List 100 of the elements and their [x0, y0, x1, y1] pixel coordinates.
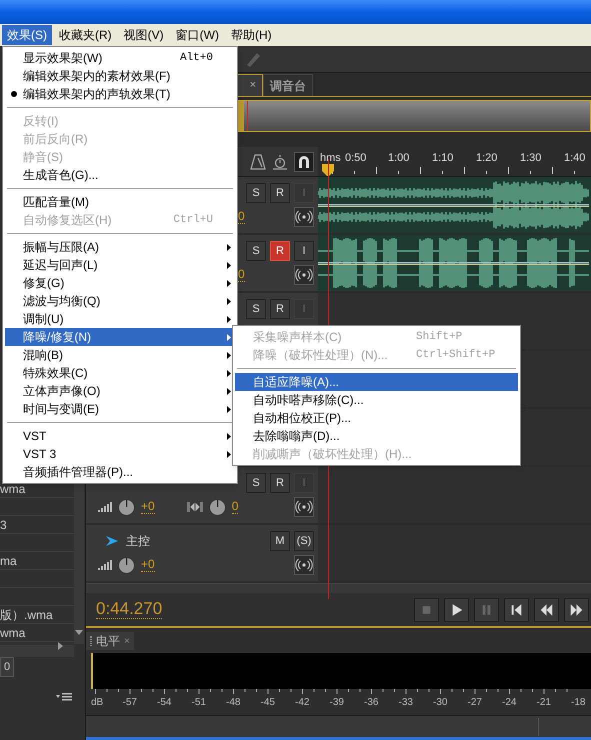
- panel-button[interactable]: 0: [0, 657, 14, 677]
- track-button[interactable]: M: [270, 531, 290, 551]
- scale-label: -57: [122, 696, 137, 710]
- scrollbar[interactable]: [0, 645, 74, 657]
- scale-label: -54: [157, 696, 172, 710]
- broadcast-icon[interactable]: [294, 265, 314, 285]
- menu-item[interactable]: 视图(V): [118, 25, 169, 45]
- volume-icon: [98, 560, 112, 570]
- scale-label: dB: [91, 696, 104, 710]
- track-button[interactable]: S: [246, 299, 266, 319]
- broadcast-icon[interactable]: [294, 497, 314, 517]
- scroll-right-icon[interactable]: [58, 642, 63, 650]
- ruler-unit: hms: [320, 151, 341, 166]
- track-button[interactable]: R: [270, 241, 290, 261]
- submenu-arrow-icon: [227, 298, 231, 304]
- scale-label: -18: [571, 696, 586, 710]
- ruler-time: 1:40: [564, 151, 586, 166]
- menu-item[interactable]: 调制(U): [5, 310, 235, 328]
- menu-item[interactable]: 编辑效果架内的声轨效果(T): [5, 85, 235, 103]
- track-button[interactable]: S: [246, 473, 266, 493]
- menu-item[interactable]: 降噪/修复(N): [5, 328, 235, 346]
- menu-item[interactable]: 修复(G): [5, 274, 235, 292]
- submenu-arrow-icon: [227, 450, 231, 458]
- file-name[interactable]: 版）.wma: [0, 606, 53, 623]
- menu-item[interactable]: 音频插件管理器(P)...: [5, 463, 235, 481]
- menu-item[interactable]: 混响(B): [5, 346, 235, 364]
- menu-item[interactable]: 帮助(H): [226, 25, 277, 45]
- scale-label: -45: [260, 696, 275, 710]
- scale-label: -42: [295, 696, 310, 710]
- scroll-down-icon[interactable]: [75, 630, 83, 635]
- menu-item[interactable]: 振幅与压限(A): [5, 238, 235, 256]
- menu-item[interactable]: 自动相位校正(P)...: [235, 409, 518, 427]
- submenu-arrow-icon: [227, 432, 231, 440]
- level-tab[interactable]: 电平 ×: [86, 632, 134, 650]
- track-name[interactable]: 主控: [126, 532, 150, 550]
- overview-range[interactable]: [236, 100, 591, 132]
- scale-label: -30: [433, 696, 448, 710]
- ruler-time: 1:20: [476, 151, 498, 166]
- master-arrow-icon: [106, 535, 118, 547]
- knob-icon[interactable]: [118, 498, 135, 516]
- broadcast-icon[interactable]: [294, 207, 314, 227]
- submenu-arrow-icon: [227, 316, 231, 322]
- close-button[interactable]: ×: [250, 77, 256, 94]
- menu-item[interactable]: 匹配音量(M): [5, 193, 235, 211]
- menu-item[interactable]: VST 3: [5, 445, 235, 463]
- submenu-arrow-icon: [227, 280, 231, 286]
- menu-item[interactable]: 自动咔嗒声移除(C)...: [235, 391, 518, 409]
- file-name[interactable]: wma: [0, 480, 26, 497]
- volume-value[interactable]: +0: [141, 558, 155, 572]
- menu-item[interactable]: 收藏夹(R): [54, 25, 117, 45]
- pan-icon: [186, 502, 203, 512]
- track-button[interactable]: R: [270, 473, 290, 493]
- menu-item[interactable]: 自适应降噪(A)...: [235, 373, 518, 391]
- pan-value[interactable]: 0: [232, 500, 238, 514]
- ruler-time: 0:50: [345, 151, 366, 166]
- track-button[interactable]: R: [270, 183, 290, 203]
- menu-item[interactable]: VST: [5, 427, 235, 445]
- volume-value[interactable]: +0: [141, 500, 155, 514]
- track-button[interactable]: R: [270, 299, 290, 319]
- panel-menu-icon[interactable]: [56, 693, 72, 701]
- scale-label: -33: [398, 696, 413, 710]
- knob-icon[interactable]: [118, 556, 135, 574]
- ruler-time: 1:10: [432, 151, 454, 166]
- menu-item[interactable]: 生成音色(G)...: [5, 166, 235, 184]
- menu-item[interactable]: 显示效果架(W) Alt+0: [5, 49, 235, 67]
- submenu-arrow-icon: [227, 406, 231, 412]
- scale-label: -39: [330, 696, 344, 710]
- menu-item[interactable]: 效果(S): [2, 25, 52, 45]
- menu-item[interactable]: 滤波与均衡(Q): [5, 292, 235, 310]
- menu-item[interactable]: 编辑效果架内的素材效果(F): [5, 67, 235, 85]
- magnet-icon[interactable]: [294, 152, 314, 172]
- scale-label: -24: [502, 696, 516, 710]
- menu-item[interactable]: 特殊效果(C): [5, 364, 235, 382]
- broadcast-icon[interactable]: [294, 555, 314, 575]
- knob-icon[interactable]: [208, 498, 226, 516]
- submenu-arrow-icon: [227, 352, 231, 358]
- scale-label: -36: [364, 696, 378, 710]
- file-name[interactable]: ma: [0, 552, 17, 569]
- scale-label: -51: [192, 696, 206, 710]
- submenu-arrow-icon: [227, 388, 231, 394]
- ruler-time: 1:30: [520, 151, 542, 166]
- scale-label: -27: [468, 696, 482, 710]
- menu-item[interactable]: 窗口(W): [170, 25, 224, 45]
- submenu-arrow-icon: [227, 262, 231, 268]
- volume-icon: [98, 502, 112, 512]
- menu-item[interactable]: 去除嗡嗡声(D)...: [235, 427, 518, 445]
- submenu-arrow-icon: [227, 244, 231, 250]
- track-button[interactable]: I: [294, 241, 314, 261]
- metronome-icon[interactable]: [250, 154, 266, 170]
- menu-item[interactable]: 时间与变调(E): [5, 400, 235, 418]
- track-button[interactable]: S: [246, 241, 266, 261]
- menu-item[interactable]: 立体声声像(O): [5, 382, 235, 400]
- track-button[interactable]: (S): [294, 531, 314, 551]
- file-name[interactable]: 3: [0, 516, 7, 533]
- scale-label: -48: [226, 696, 240, 710]
- file-name[interactable]: wma: [0, 624, 26, 641]
- menu-item[interactable]: 延迟与回声(L): [5, 256, 235, 274]
- stopwatch-icon[interactable]: [272, 154, 288, 170]
- editor-tab[interactable]: 调音台: [263, 74, 313, 96]
- track-button[interactable]: S: [246, 183, 266, 203]
